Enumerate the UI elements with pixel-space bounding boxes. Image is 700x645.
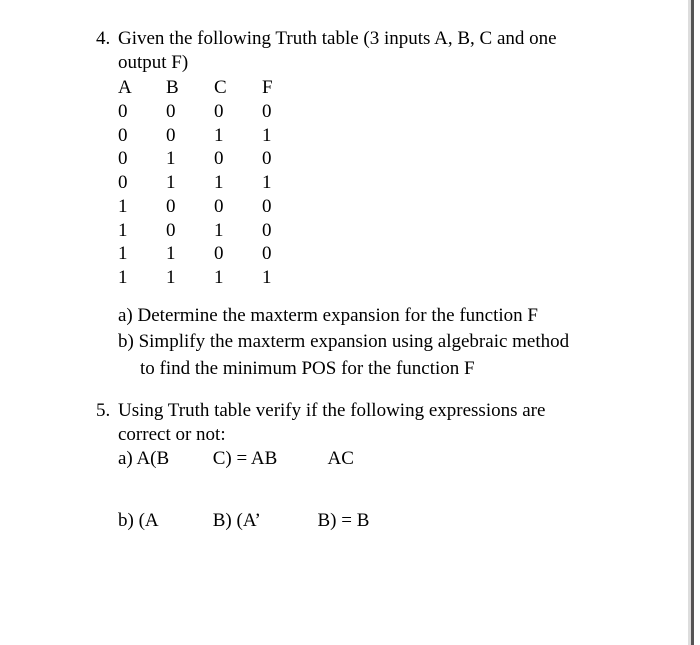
question-4-header: 4. Given the following Truth table (3 in… bbox=[96, 28, 660, 50]
q5-part-a: a) A(B C) = AB AC bbox=[96, 446, 660, 473]
question-text-line1: Given the following Truth table (3 input… bbox=[118, 28, 660, 50]
table-row: 0 0 0 0 bbox=[118, 100, 660, 124]
col-header: C bbox=[214, 76, 262, 100]
page-content: 4. Given the following Truth table (3 in… bbox=[0, 28, 700, 535]
expr-segment: C) = AB bbox=[213, 446, 323, 473]
expr-segment: B) (A’ bbox=[213, 508, 313, 535]
q4-part-b-line2: to find the minimum POS for the function… bbox=[96, 357, 660, 382]
q4-part-a: a) Determine the maxterm expansion for t… bbox=[96, 304, 660, 329]
question-text-line2: output F) bbox=[96, 52, 660, 74]
table-row: 1 1 1 1 bbox=[118, 266, 660, 290]
question-text-line1: Using Truth table verify if the followin… bbox=[118, 400, 660, 422]
expr-segment: AC bbox=[328, 446, 354, 473]
q4-part-b-line1: b) Simplify the maxterm expansion using … bbox=[96, 330, 660, 355]
scrollbar[interactable] bbox=[691, 0, 694, 645]
truth-table: A B C F 0 0 0 0 0 0 1 1 0 1 0 0 0 1 1 1 bbox=[96, 76, 660, 290]
col-header: F bbox=[262, 76, 310, 100]
table-row: 0 0 1 1 bbox=[118, 124, 660, 148]
col-header: A bbox=[118, 76, 166, 100]
question-number: 5. bbox=[96, 400, 118, 422]
table-header-row: A B C F bbox=[118, 76, 660, 100]
expr-segment: b) (A bbox=[118, 508, 208, 535]
question-number: 4. bbox=[96, 28, 118, 50]
question-5-header: 5. Using Truth table verify if the follo… bbox=[96, 400, 660, 422]
q5-part-b: b) (A B) (A’ B) = B bbox=[96, 508, 660, 535]
table-row: 0 1 1 1 bbox=[118, 171, 660, 195]
table-row: 0 1 0 0 bbox=[118, 147, 660, 171]
table-row: 1 0 1 0 bbox=[118, 219, 660, 243]
expr-segment: a) A(B bbox=[118, 446, 208, 473]
table-row: 1 0 0 0 bbox=[118, 195, 660, 219]
col-header: B bbox=[166, 76, 214, 100]
question-text-line2: correct or not: bbox=[96, 424, 660, 446]
expr-segment: B) = B bbox=[318, 508, 370, 535]
table-row: 1 1 0 0 bbox=[118, 242, 660, 266]
